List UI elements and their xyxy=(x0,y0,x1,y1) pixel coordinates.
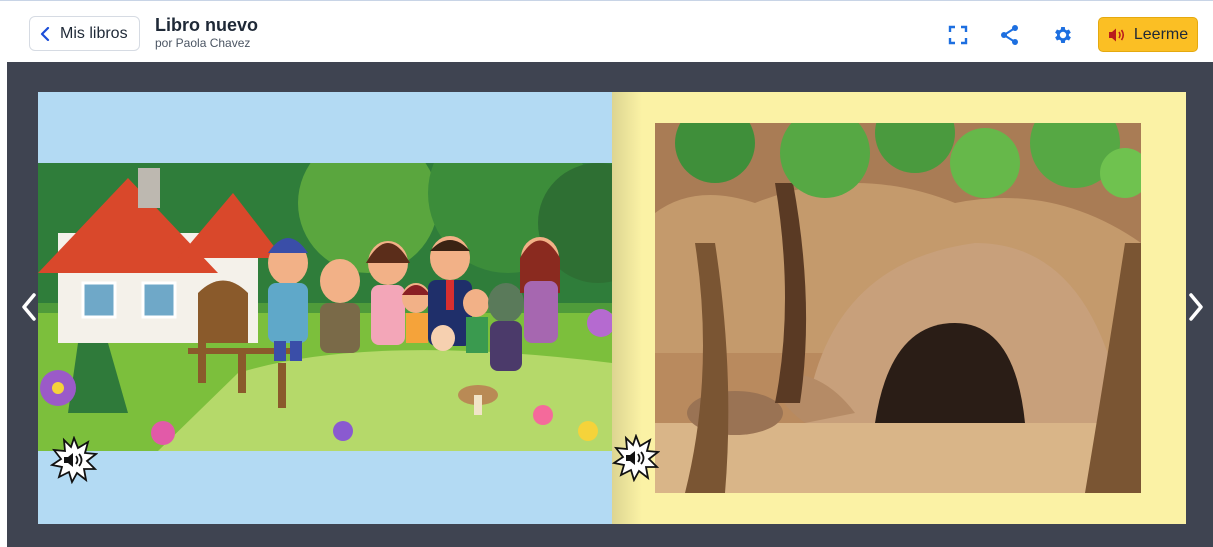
chevron-left-icon xyxy=(40,26,52,41)
back-to-library-button[interactable]: Mis libros xyxy=(29,16,140,51)
prev-page-arrow[interactable] xyxy=(18,290,40,324)
page-audio-button-left[interactable] xyxy=(49,435,99,485)
page-audio-button-right[interactable] xyxy=(612,433,661,483)
speaker-burst-icon xyxy=(49,435,99,485)
fullscreen-button[interactable] xyxy=(946,23,970,47)
book-author: por Paola Chavez xyxy=(155,36,251,50)
book-reader-stage xyxy=(7,62,1213,547)
book-page-left xyxy=(38,92,612,524)
read-aloud-button[interactable]: Leerme xyxy=(1098,17,1198,52)
share-button[interactable] xyxy=(998,23,1022,47)
next-page-arrow[interactable] xyxy=(1185,290,1207,324)
reader-header: Mis libros Libro nuevo por Paola Chavez … xyxy=(0,6,1213,62)
back-button-label: Mis libros xyxy=(60,24,128,42)
gear-icon xyxy=(1055,27,1071,43)
share-icon xyxy=(1001,25,1018,45)
read-aloud-label: Leerme xyxy=(1133,25,1189,43)
book-title: Libro nuevo xyxy=(155,15,258,35)
speaker-burst-icon xyxy=(612,433,661,483)
cave-forest-illustration xyxy=(655,123,1141,493)
book-info: Libro nuevo por Paola Chavez xyxy=(155,14,258,50)
chevron-left-icon xyxy=(22,293,36,321)
book-page-right xyxy=(612,92,1186,524)
chevron-right-icon xyxy=(1189,293,1203,321)
family-cottage-illustration xyxy=(38,163,612,451)
settings-button[interactable] xyxy=(1051,23,1075,47)
fullscreen-icon xyxy=(948,25,968,45)
speaker-icon xyxy=(1108,28,1124,41)
